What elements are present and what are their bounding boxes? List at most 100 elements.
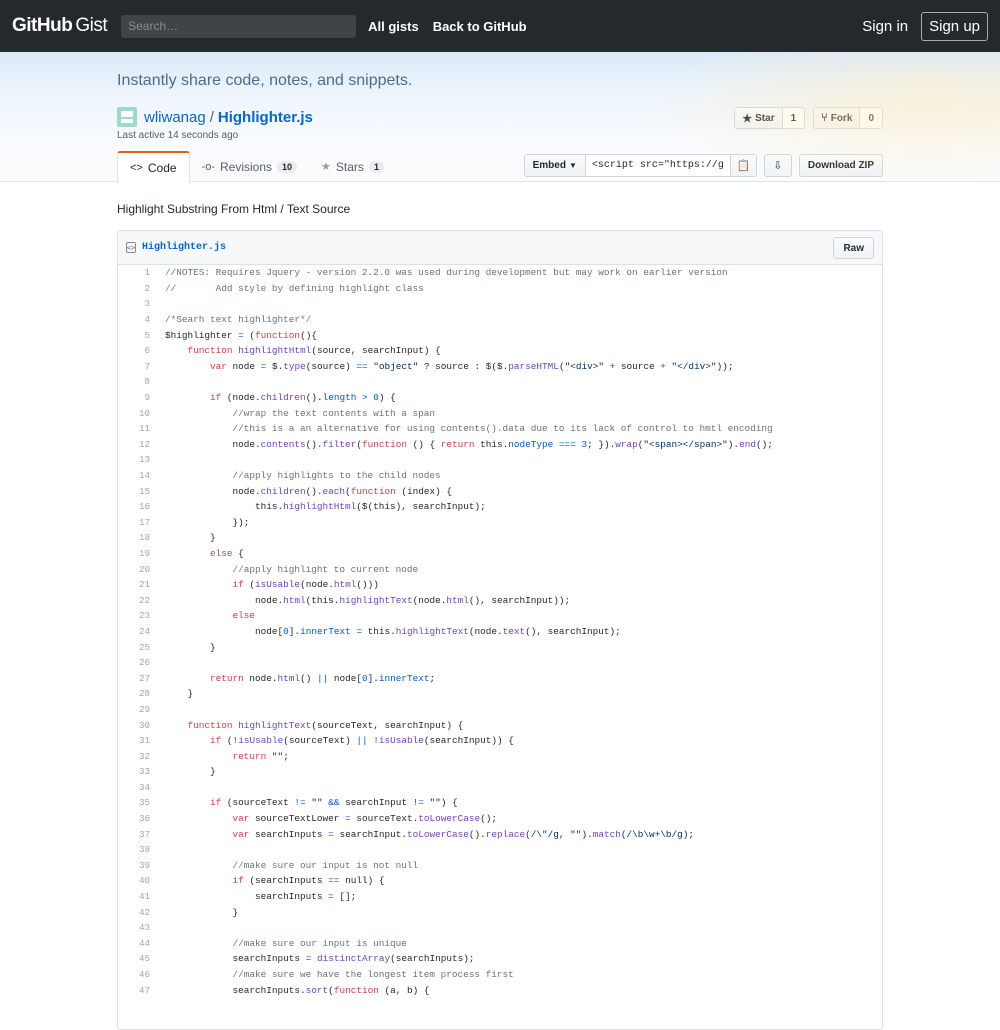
code-line: 45 searchInputs = distinctArray(searchIn… <box>118 951 882 967</box>
line-number[interactable]: 36 <box>118 813 150 824</box>
code-line: 33 } <box>118 764 882 780</box>
line-number[interactable]: 14 <box>118 470 150 481</box>
line-number[interactable]: 32 <box>118 751 150 762</box>
desktop-download-icon: ⇩ <box>773 160 783 172</box>
line-number[interactable]: 39 <box>118 860 150 871</box>
code-line: 37 var searchInputs = searchInput.toLowe… <box>118 826 882 842</box>
code-text: } <box>165 766 216 778</box>
line-number[interactable]: 42 <box>118 907 150 918</box>
line-number[interactable]: 17 <box>118 517 150 528</box>
code-line: 1 //NOTES: Requires Jquery - version 2.2.… <box>118 265 882 281</box>
line-number[interactable]: 26 <box>118 657 150 668</box>
search-input[interactable] <box>121 14 357 38</box>
code-text: var searchInputs = searchInput.toLowerCa… <box>232 828 695 840</box>
line-number[interactable]: 25 <box>118 642 150 653</box>
code-line: 10 //wrap the text contents with a span <box>118 405 882 421</box>
social-counters: ★ Star 1 ⑂ Fork 0 <box>726 107 883 129</box>
line-number[interactable]: 18 <box>118 532 150 543</box>
line-number[interactable]: 24 <box>118 626 150 637</box>
line-number[interactable]: 22 <box>118 595 150 606</box>
star-count[interactable]: 1 <box>783 108 805 128</box>
sign-up-button[interactable]: Sign up <box>921 12 988 41</box>
code-line: 36 var sourceTextLower = sourceText.toLo… <box>118 811 882 827</box>
line-number[interactable]: 10 <box>118 408 150 419</box>
last-active: Last active 14 seconds ago <box>117 130 239 141</box>
line-number[interactable]: 23 <box>118 610 150 621</box>
line-number[interactable]: 28 <box>118 688 150 699</box>
line-number[interactable]: 35 <box>118 797 150 808</box>
tab-revisions[interactable]: -o- Revisions 10 <box>190 151 310 182</box>
line-number[interactable]: 29 <box>118 704 150 715</box>
line-number[interactable]: 46 <box>118 969 150 980</box>
line-number[interactable]: 40 <box>118 875 150 886</box>
line-number[interactable]: 19 <box>118 548 150 559</box>
line-number[interactable]: 27 <box>118 673 150 684</box>
line-number[interactable]: 47 <box>118 985 150 996</box>
line-number[interactable]: 1 <box>118 267 150 278</box>
code-text: searchInputs = []; <box>165 891 357 903</box>
code-text: //apply highlights to the child nodes <box>232 470 441 482</box>
avatar[interactable] <box>117 107 137 127</box>
raw-button[interactable]: Raw <box>833 237 874 259</box>
code-text: //this is a an alternative for using con… <box>232 423 773 435</box>
line-number[interactable]: 43 <box>118 922 150 933</box>
fork-button[interactable]: ⑂ Fork <box>814 108 861 128</box>
sign-in-link[interactable]: Sign in <box>862 18 908 35</box>
back-to-github-link[interactable]: Back to GitHub <box>433 19 527 34</box>
line-number[interactable]: 13 <box>118 454 150 465</box>
line-number[interactable]: 7 <box>118 361 150 372</box>
desktop-clone-button[interactable]: ⇩ <box>763 154 792 177</box>
line-number[interactable]: 15 <box>118 486 150 497</box>
logo-gist: Gist <box>75 15 108 36</box>
line-number[interactable]: 38 <box>118 844 150 855</box>
all-gists-link[interactable]: All gists <box>368 19 419 34</box>
gist-name-link[interactable]: Highlighter.js <box>218 109 313 126</box>
line-number[interactable]: 8 <box>118 376 150 387</box>
line-number[interactable]: 9 <box>118 392 150 403</box>
line-number[interactable]: 2 <box>118 283 150 294</box>
line-number[interactable]: 33 <box>118 766 150 777</box>
code-text: $highlighter = (function(){ <box>165 329 317 341</box>
embed-label: Embed <box>532 160 566 171</box>
line-number[interactable]: 44 <box>118 938 150 949</box>
line-number[interactable]: 37 <box>118 829 150 840</box>
line-number[interactable]: 11 <box>118 423 150 434</box>
star-counter: ★ Star 1 <box>734 107 806 129</box>
line-number[interactable]: 4 <box>118 314 150 325</box>
line-number[interactable]: 12 <box>118 439 150 450</box>
star-button[interactable]: ★ Star <box>735 108 783 128</box>
tab-code[interactable]: <> Code <box>117 151 190 183</box>
file-name-link[interactable]: Highlighter.js <box>142 242 226 253</box>
code-text: //apply highlight to current node <box>232 563 419 575</box>
chevron-down-icon: ▼ <box>568 161 577 170</box>
gist-tabs: <> Code -o- Revisions 10 ★ Stars 1 <box>117 151 396 183</box>
copy-clipboard-button[interactable]: 📋 <box>729 155 756 176</box>
embed-select[interactable]: Embed ▼ <box>524 155 586 176</box>
fork-count[interactable]: 0 <box>860 108 882 128</box>
code-text: searchInputs.sort(function (a, b) { <box>165 984 430 996</box>
line-number[interactable]: 34 <box>118 782 150 793</box>
code-line: 25 } <box>118 639 882 655</box>
line-number[interactable]: 21 <box>118 579 150 590</box>
line-number[interactable]: 6 <box>118 345 150 356</box>
line-number[interactable]: 45 <box>118 953 150 964</box>
tab-stars[interactable]: ★ Stars 1 <box>309 151 396 182</box>
line-number[interactable]: 3 <box>118 298 150 309</box>
star-icon: ★ <box>742 112 753 125</box>
line-number[interactable]: 31 <box>118 735 150 746</box>
code-text: //NOTES: Requires Jquery - version 2.2.0… <box>165 267 728 279</box>
owner-link[interactable]: wliwanag <box>144 109 206 126</box>
line-number[interactable]: 30 <box>118 720 150 731</box>
embed-url-input[interactable] <box>585 155 730 176</box>
code-text: } <box>165 906 239 918</box>
download-zip-button[interactable]: Download ZIP <box>798 154 883 177</box>
code-line: 20 //apply highlight to current node <box>118 561 882 577</box>
code-text: var sourceTextLower = sourceText.toLower… <box>232 813 497 825</box>
line-number[interactable]: 5 <box>118 330 150 341</box>
line-number[interactable]: 16 <box>118 501 150 512</box>
line-number[interactable]: 20 <box>118 564 150 575</box>
line-number[interactable]: 41 <box>118 891 150 902</box>
code-text: this.highlightHtml($(this), searchInput)… <box>165 501 486 513</box>
github-gist-logo[interactable]: GitHub Gist <box>12 15 108 37</box>
code-line: 8 <box>118 374 882 390</box>
